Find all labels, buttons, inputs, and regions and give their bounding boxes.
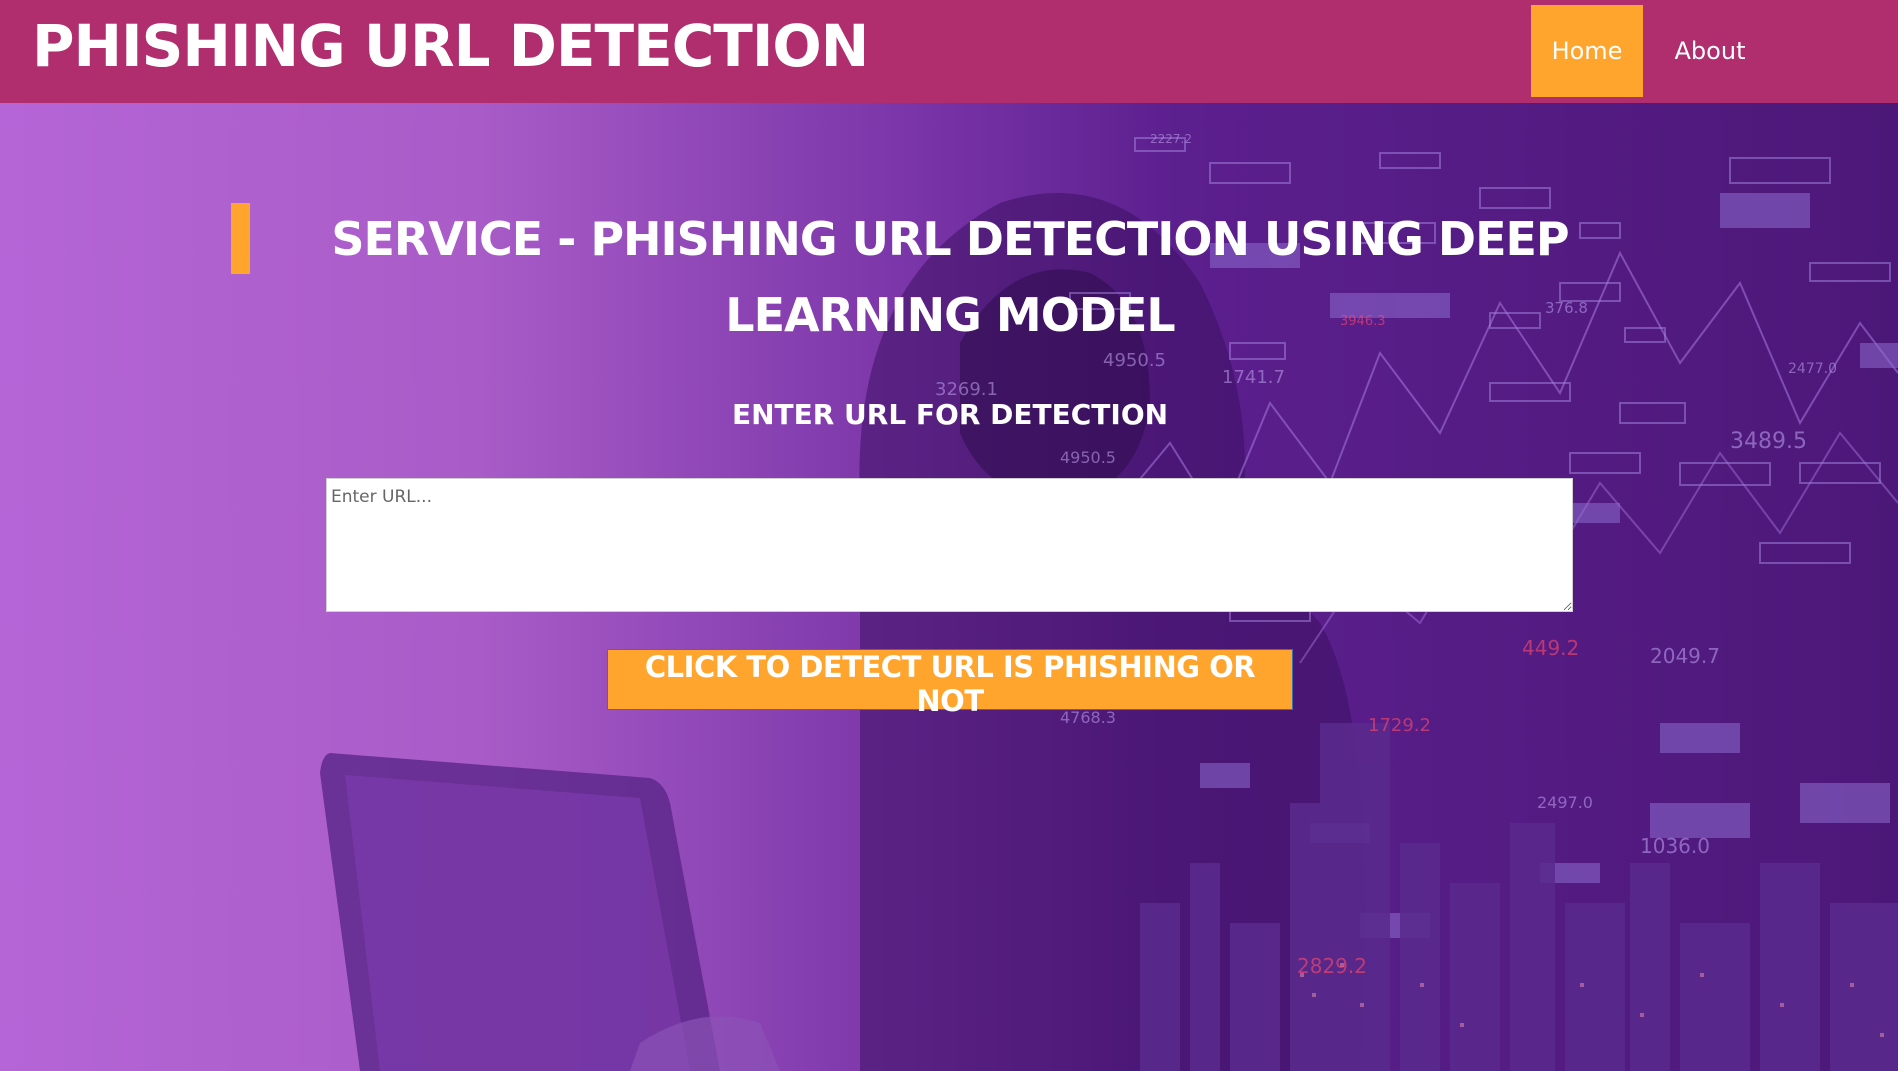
svg-text:449.2: 449.2 — [1522, 636, 1579, 660]
svg-text:4950.5: 4950.5 — [1060, 448, 1116, 467]
svg-text:4950.5: 4950.5 — [1103, 350, 1166, 371]
svg-text:2049.7: 2049.7 — [1650, 644, 1720, 668]
svg-text:2829.2: 2829.2 — [1297, 954, 1367, 978]
enter-url-heading: ENTER URL FOR DETECTION — [731, 398, 1169, 431]
svg-text:1036.0: 1036.0 — [1640, 834, 1710, 858]
title-accent-bar — [231, 203, 250, 274]
svg-text:3489.5: 3489.5 — [1730, 429, 1807, 454]
url-input[interactable] — [326, 478, 1573, 612]
brand-title[interactable]: PHISHING URL DETECTION — [32, 10, 869, 82]
hero-section: 2227.2 376.8 3946.3 4950.5 1741.7 3269.1… — [0, 103, 1898, 1071]
svg-text:1729.2: 1729.2 — [1368, 715, 1431, 736]
svg-text:2497.0: 2497.0 — [1537, 793, 1593, 812]
nav-about[interactable]: About — [1643, 5, 1777, 97]
nav-links: Home About — [1531, 5, 1777, 97]
svg-text:4768.3: 4768.3 — [1060, 708, 1116, 727]
detect-button[interactable]: CLICK TO DETECT URL IS PHISHING OR NOT — [607, 649, 1293, 718]
nav-home[interactable]: Home — [1531, 5, 1643, 97]
svg-text:2227.2: 2227.2 — [1150, 132, 1192, 146]
svg-text:3269.1: 3269.1 — [935, 379, 998, 400]
service-title: SERVICE - PHISHING URL DETECTION USING D… — [331, 212, 1569, 342]
svg-text:1741.7: 1741.7 — [1222, 367, 1285, 388]
navbar: PHISHING URL DETECTION Home About — [0, 0, 1898, 103]
svg-text:2477.0: 2477.0 — [1788, 361, 1837, 377]
